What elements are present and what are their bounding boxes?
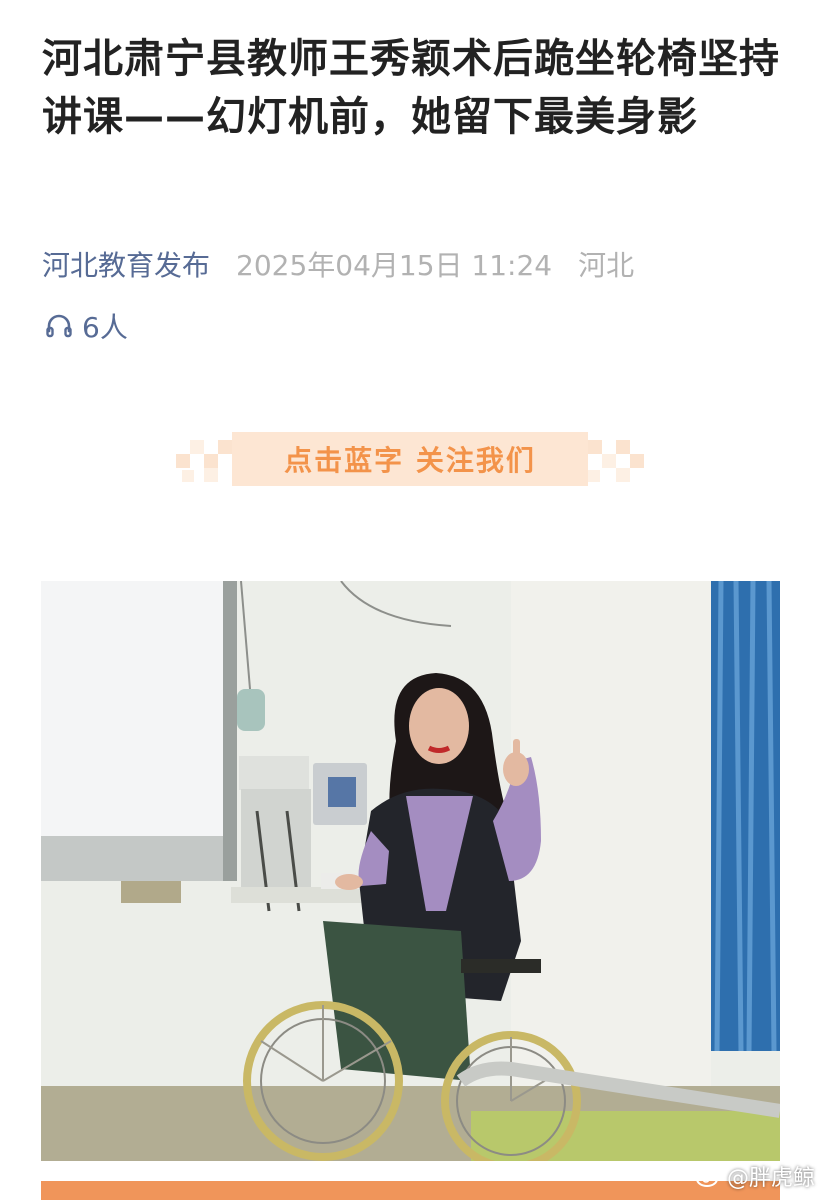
banner-decoration <box>218 440 232 454</box>
banner-decoration <box>616 468 630 482</box>
article-title: 河北肃宁县教师王秀颖术后跪坐轮椅坚持讲课——幻灯机前，她留下最美身影 <box>42 36 780 140</box>
article-meta: 河北教育发布 2025年04月15日 11:24 河北 <box>42 244 634 284</box>
banner-decoration <box>602 454 616 468</box>
source-account-link[interactable]: 河北教育发布 <box>42 244 210 284</box>
banner-decoration <box>190 440 204 454</box>
headphones-icon <box>46 314 72 338</box>
listen-button[interactable]: 6人 <box>44 306 128 346</box>
banner-decoration <box>630 454 644 468</box>
banner-decoration <box>588 470 600 482</box>
banner-decoration <box>204 454 218 468</box>
follow-us-text: 点击蓝字 关注我们 <box>232 432 588 486</box>
banner-decoration <box>204 468 218 482</box>
article-photo[interactable] <box>41 581 780 1161</box>
banner-decoration <box>588 440 602 454</box>
weibo-icon <box>695 1166 722 1187</box>
publish-region: 河北 <box>578 249 635 282</box>
watermark: @胖虎鲸 <box>695 1160 815 1192</box>
next-section-bar <box>41 1181 780 1200</box>
listen-count: 6人 <box>82 311 128 344</box>
teacher-in-wheelchair-image <box>41 581 780 1161</box>
banner-decoration <box>176 454 190 468</box>
publish-date: 2025年04月15日 11:24 <box>236 249 553 282</box>
banner-decoration <box>616 440 630 454</box>
article-page: 河北肃宁县教师王秀颖术后跪坐轮椅坚持讲课——幻灯机前，她留下最美身影 河北教育发… <box>0 0 821 1200</box>
banner-decoration <box>182 470 194 482</box>
follow-us-banner[interactable]: 点击蓝字 关注我们 <box>176 430 646 492</box>
watermark-text: @胖虎鲸 <box>726 1166 815 1191</box>
